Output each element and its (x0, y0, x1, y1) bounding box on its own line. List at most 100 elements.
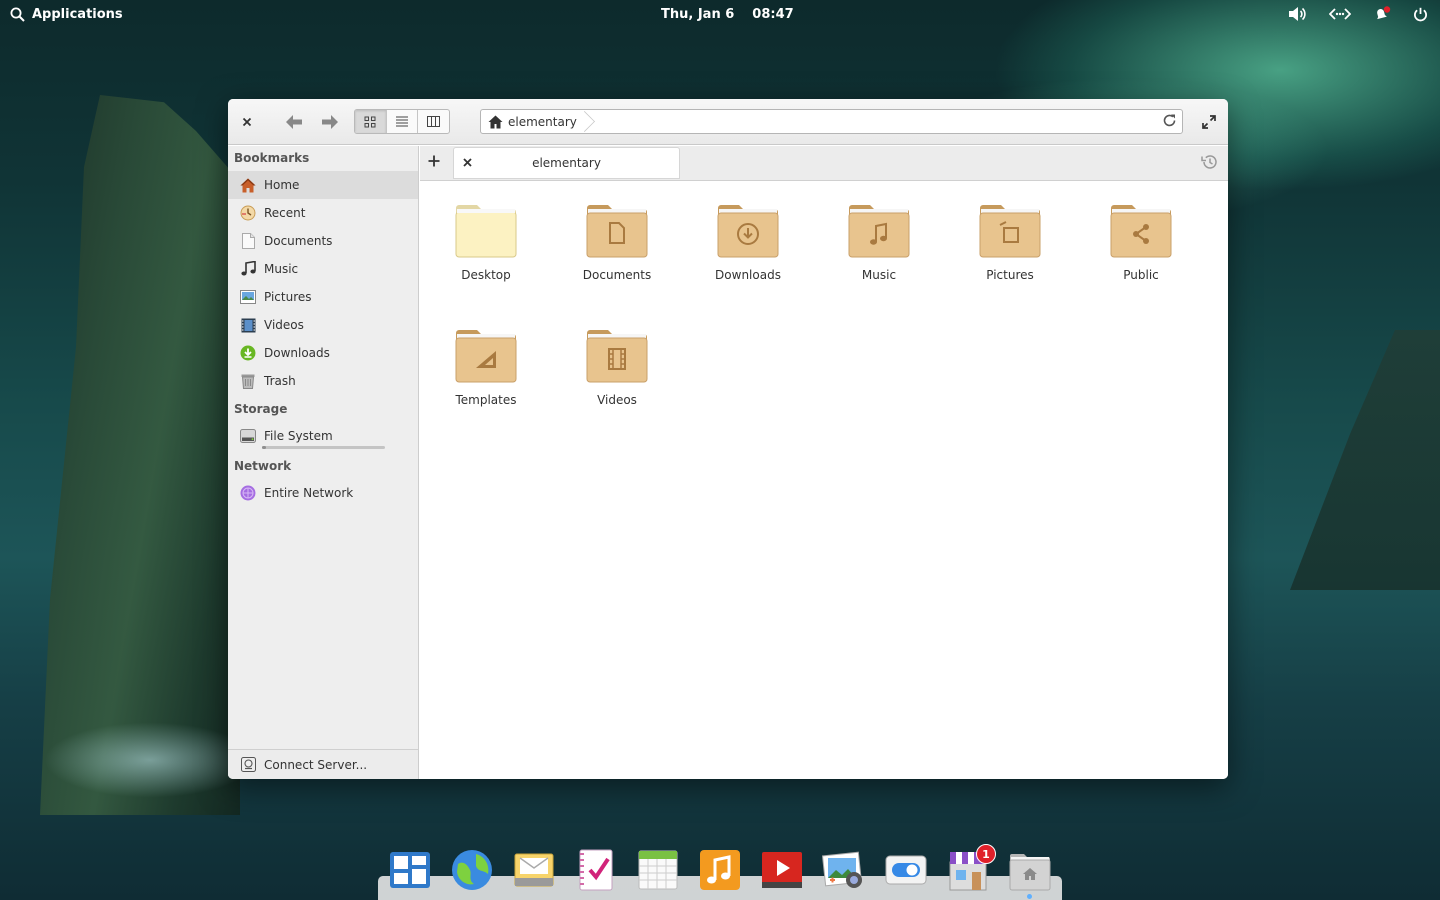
wallpaper-hill (1290, 330, 1440, 590)
back-button[interactable] (282, 111, 306, 133)
tab-history-button[interactable] (1201, 154, 1218, 174)
sidebar: Bookmarks Home Recent Documents Music Pi… (228, 146, 419, 779)
downloads-folder-icon (717, 205, 779, 258)
sidebar-item-music[interactable]: Music (228, 255, 418, 283)
list-icon (396, 116, 408, 127)
storage-header: Storage (234, 402, 288, 416)
sidebar-item-pictures[interactable]: Pictures (228, 283, 418, 311)
dock-tasks[interactable] (574, 848, 618, 892)
sidebar-item-label: Downloads (264, 346, 330, 360)
desktop-folder-icon (455, 205, 517, 258)
icon-view-button[interactable] (355, 110, 387, 133)
recent-icon (240, 205, 256, 221)
folder-label: Downloads (715, 268, 781, 282)
time-label: 08:47 (752, 7, 794, 22)
column-view-button[interactable] (418, 110, 449, 133)
folder-label: Documents (582, 268, 652, 282)
reload-icon[interactable] (1162, 113, 1177, 131)
arrow-left-icon (286, 115, 302, 129)
settings-app-icon (885, 855, 927, 885)
folder-label: Music (861, 268, 897, 282)
home-icon (488, 115, 503, 128)
folder-label: Public (1123, 268, 1159, 282)
downloads-icon (240, 345, 256, 361)
dock-appcenter[interactable]: 1 (946, 844, 996, 892)
dock-files[interactable] (1008, 848, 1052, 892)
dock-settings[interactable] (884, 848, 928, 892)
tab-label: elementary (532, 156, 601, 170)
sidebar-item-label: Music (264, 262, 299, 276)
plus-icon (428, 155, 440, 167)
folder-label: Videos (597, 393, 637, 407)
sidebar-item-label: Recent (264, 206, 306, 220)
connect-server-label: Connect Server... (264, 757, 368, 772)
dock-photos[interactable] (821, 848, 866, 892)
sidebar-item-downloads[interactable]: Downloads (228, 339, 418, 367)
storage-usage-bar (262, 446, 385, 449)
folder-music[interactable]: Music (824, 202, 934, 312)
dock-multitasking-view[interactable] (388, 848, 432, 892)
sidebar-item-videos[interactable]: Videos (228, 311, 418, 339)
header-bar: elementary (228, 99, 1228, 145)
home-icon (240, 177, 256, 193)
sidebar-item-label: File System (264, 429, 333, 443)
sidebar-item-label: Pictures (264, 290, 312, 304)
folder-desktop[interactable]: Desktop (431, 202, 541, 312)
folder-label: Templates (455, 393, 517, 407)
network-header: Network (234, 459, 292, 473)
forward-button[interactable] (318, 111, 342, 133)
connect-server-button[interactable]: Connect Server... (228, 749, 418, 779)
documents-folder-icon (586, 205, 648, 258)
music-folder-icon (848, 205, 910, 258)
sidebar-item-file-system[interactable]: File System (228, 422, 418, 450)
folder-pictures[interactable]: Pictures (955, 202, 1065, 312)
tab-elementary[interactable]: elementary (453, 147, 680, 179)
sidebar-item-trash[interactable]: Trash (228, 367, 418, 395)
running-indicator (1027, 894, 1032, 899)
location-bar[interactable]: elementary (480, 109, 1183, 134)
volume-icon[interactable] (1288, 6, 1307, 22)
folder-videos[interactable]: Videos (562, 327, 672, 437)
videos-app-icon (762, 852, 802, 888)
list-view-button[interactable] (387, 110, 419, 133)
applications-menu[interactable]: Applications (10, 7, 123, 22)
notifications-icon[interactable] (1373, 6, 1391, 22)
sidebar-item-entire-network[interactable]: Entire Network (228, 479, 418, 507)
music-icon (240, 261, 256, 277)
multitasking-view-icon (390, 852, 430, 888)
dock-calendar[interactable] (636, 848, 680, 892)
close-window-button[interactable] (236, 111, 258, 133)
dock-mail[interactable] (512, 848, 556, 892)
top-panel: Applications Thu, Jan 6 08:47 (0, 0, 1440, 30)
folder-public[interactable]: Public (1086, 202, 1196, 312)
music-app-icon (700, 850, 740, 890)
folder-downloads[interactable]: Downloads (693, 202, 803, 312)
breadcrumb-home[interactable]: elementary (481, 110, 587, 133)
sidebar-item-home[interactable]: Home (228, 171, 418, 199)
dock-videos[interactable] (760, 848, 804, 892)
dock-web-browser[interactable] (450, 848, 494, 892)
sidebar-item-recent[interactable]: Recent (228, 199, 418, 227)
drive-icon (240, 428, 256, 444)
power-icon[interactable] (1413, 7, 1428, 22)
dock-music[interactable] (698, 848, 742, 892)
pictures-icon (240, 289, 256, 305)
sidebar-item-label: Entire Network (264, 486, 354, 500)
network-wired-icon[interactable] (1329, 7, 1351, 21)
web-browser-icon (452, 850, 492, 890)
files-app-icon (1009, 854, 1051, 891)
sidebar-item-label: Trash (264, 374, 296, 388)
folder-documents[interactable]: Documents (562, 202, 672, 312)
history-icon (1201, 155, 1217, 169)
maximize-button[interactable] (1198, 111, 1220, 133)
datetime-indicator[interactable]: Thu, Jan 6 08:47 (661, 7, 794, 22)
sidebar-item-label: Videos (264, 318, 304, 332)
public-folder-icon (1110, 205, 1172, 258)
sidebar-item-documents[interactable]: Documents (228, 227, 418, 255)
maximize-icon (1202, 115, 1216, 129)
photos-app-icon (821, 851, 863, 888)
new-tab-button[interactable] (428, 154, 440, 170)
folder-templates[interactable]: Templates (431, 327, 541, 437)
videos-folder-icon (586, 330, 648, 383)
date-label: Thu, Jan 6 (661, 7, 735, 22)
